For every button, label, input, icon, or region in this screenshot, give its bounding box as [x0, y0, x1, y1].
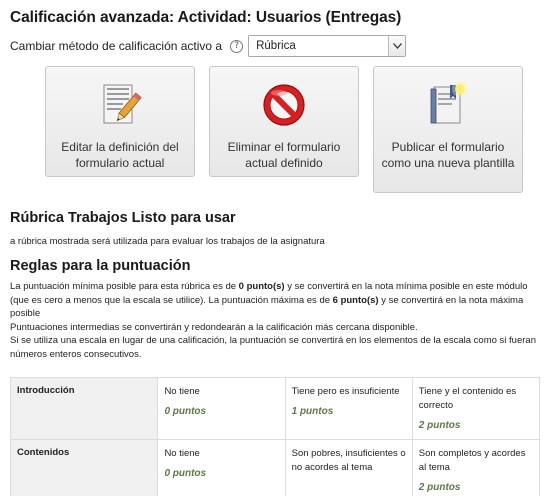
level-points: 2 puntos [418, 420, 461, 431]
publish-template-button[interactable]: Publicar el formulario como una nueva pl… [373, 66, 523, 193]
level-description: No tiene [164, 448, 200, 459]
page-title: Calificación avanzada: Actividad: Usuari… [10, 9, 402, 26]
rubric-row: Introducción No tiene 0 puntos Tiene per… [9, 377, 541, 440]
rubric-status-note: a rúbrica mostrada será utilizada para e… [10, 236, 325, 247]
level-cell: Tiene pero es insuficiente 1 puntos [284, 377, 413, 440]
criterion-cell: Contenidos [9, 439, 159, 496]
delete-form-button[interactable]: Eliminar el formulario actual definido [209, 66, 359, 177]
level-description: No tiene [164, 386, 200, 397]
level-cell: No tiene 0 puntos [157, 439, 286, 496]
rules-paragraph-3: Si se utiliza una escala en lugar de una… [10, 335, 536, 360]
level-description: Tiene pero es insuficiente [291, 386, 400, 397]
edit-definition-button[interactable]: Editar la definición del formulario actu… [45, 66, 195, 177]
rubric-row: Contenidos No tiene 0 puntos Son pobres,… [9, 439, 541, 496]
publish-book-icon [424, 81, 472, 129]
edit-definition-label: Editar la definición del formulario actu… [61, 140, 179, 170]
rules-title: Reglas para la puntuación [10, 258, 191, 274]
grading-method-label: Cambiar método de calificación activo a [10, 39, 223, 53]
chevron-down-icon[interactable] [388, 36, 406, 56]
level-description: Son pobres, insuficientes o no acordes a… [291, 448, 406, 473]
delete-form-label: Eliminar el formulario actual definido [227, 140, 341, 170]
help-icon[interactable]: ? [230, 39, 244, 53]
rules-paragraph-1: La puntuación mínima posible para esta r… [10, 281, 528, 319]
level-points: 2 puntos [418, 482, 461, 493]
level-cell: Son pobres, insuficientes o no acordes a… [284, 439, 413, 496]
level-cell: No tiene 0 puntos [157, 377, 286, 440]
publish-template-label: Publicar el formulario como una nueva pl… [381, 140, 515, 170]
grading-method-selected: Rúbrica [256, 40, 296, 52]
rules-text: La puntuación mínima posible para esta r… [10, 280, 546, 361]
min-points: 0 punto(s) [238, 281, 285, 292]
grading-method-select[interactable]: Rúbrica [248, 35, 407, 57]
rubric-status-title: Rúbrica Trabajos Listo para usar [10, 210, 236, 226]
level-points: 0 puntos [164, 406, 207, 417]
edit-document-pencil-icon [96, 81, 144, 129]
rubric-table: Introducción No tiene 0 puntos Tiene per… [9, 377, 541, 496]
level-points: 0 puntos [164, 468, 207, 479]
level-description: Son completos y acordes al tema [418, 448, 526, 473]
grading-method-row: Cambiar método de calificación activo a … [10, 34, 407, 58]
criterion-cell: Introducción [9, 377, 159, 440]
rules-paragraph-2: Puntuaciones intermedias se convertirán … [10, 321, 418, 333]
level-points: 1 puntos [291, 406, 334, 417]
level-description: Tiene y el contenido es correcto [418, 386, 517, 411]
level-cell: Tiene y el contenido es correcto 2 punto… [411, 377, 541, 440]
prohibited-icon [260, 81, 308, 129]
max-points: 6 punto(s) [332, 294, 379, 306]
level-cell: Son completos y acordes al tema 2 puntos [411, 439, 541, 496]
